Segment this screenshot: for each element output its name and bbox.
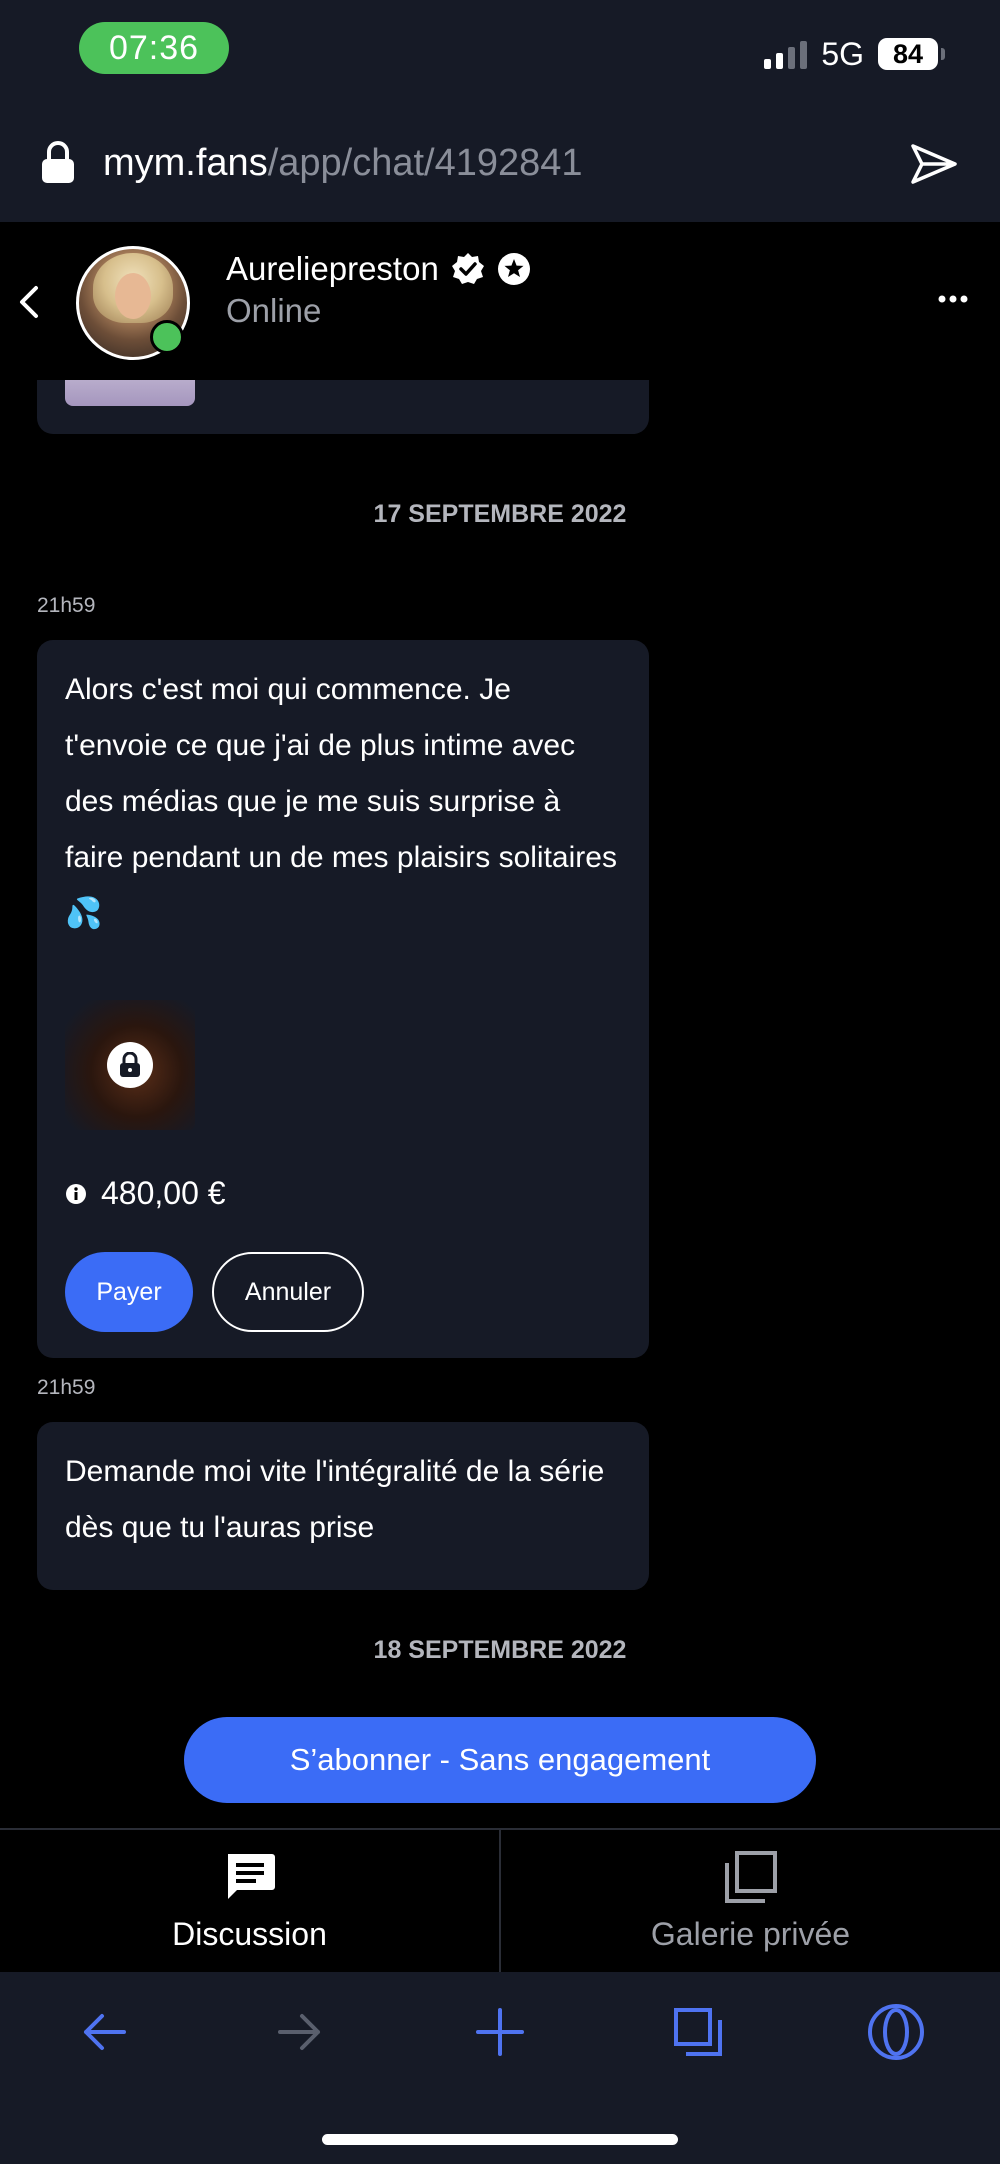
cancel-button[interactable]: Annuler [212,1252,364,1332]
online-status-dot [150,320,184,354]
battery-level: 84 [892,38,924,69]
media-thumbnail[interactable] [65,380,195,406]
contact-name-row: Aureliepreston [226,250,531,288]
price-row: 480,00 € [65,1175,226,1212]
tab-discussion[interactable]: Discussion [0,1830,499,1972]
locked-media[interactable] [65,1000,195,1130]
message-timestamp: 21h59 [37,594,96,617]
chat-header: Aureliepreston Online [0,222,1000,380]
more-options-icon[interactable] [938,294,968,304]
message-price: 480,00 € [101,1175,226,1211]
tab-label: Galerie privée [650,1916,851,1952]
padlock-icon [42,141,74,183]
info-icon [66,1183,86,1204]
browser-toolbar [0,1972,1000,2164]
message-timestamp: 21h59 [37,1376,96,1399]
presence-status: Online [226,292,322,329]
lock-icon [107,1042,153,1088]
url-host: mym.fans [103,142,268,184]
verified-badge-icon [451,253,484,284]
chat-messages[interactable]: 17 SEPTEMBRE 2022 21h59 Alors c'est moi … [0,380,1000,1830]
chat-bubble-icon [227,1854,275,1899]
arrow-right-icon [278,2014,320,2050]
new-tab-button[interactable] [470,2002,530,2062]
opera-logo-icon [868,2004,924,2060]
message-text: Demande moi vite l'intégralité de la sér… [65,1455,605,1544]
browser-back-button[interactable] [74,2002,134,2062]
message-text: Alors c'est moi qui commence. Je t'envoi… [65,673,617,930]
message-bubble-paid: Alors c'est moi qui commence. Je t'envoi… [37,640,649,1358]
plus-icon [476,2008,524,2056]
opera-menu-button[interactable] [866,2002,926,2062]
battery-icon: 84 [878,38,945,70]
home-indicator [322,2134,678,2145]
star-badge-icon [497,253,530,285]
tabs-button[interactable] [668,2002,728,2062]
status-time: 07:36 [79,22,229,74]
subscribe-button[interactable]: S’abonner - Sans engagement [184,1717,816,1803]
browser-forward-button[interactable] [270,2002,330,2062]
pay-button[interactable]: Payer [65,1252,193,1332]
share-send-icon[interactable] [910,142,958,186]
arrow-left-icon [84,2014,126,2050]
date-separator: 18 SEPTEMBRE 2022 [373,1636,627,1664]
contact-name[interactable]: Aureliepreston [226,250,439,288]
tabs-icon [674,2008,722,2056]
tab-private-gallery[interactable]: Galerie privée [499,1830,1000,1972]
tab-label: Discussion [172,1916,327,1952]
url-path: /app/chat/4192841 [267,142,583,184]
chevron-left-icon[interactable] [16,284,40,320]
signal-icon [764,39,808,69]
gallery-icon [724,1851,777,1903]
status-indicators: 5G 84 [764,34,945,74]
url-bar[interactable]: mym.fans/app/chat/4192841 [103,142,583,185]
previous-message-bubble [37,380,649,434]
browser-top-bar: 07:36 5G 84 mym.fans/app/chat/4192841 [0,0,1000,222]
bottom-tabs: Discussion Galerie privée [0,1828,1000,1972]
date-separator: 17 SEPTEMBRE 2022 [373,500,627,528]
message-bubble: Demande moi vite l'intégralité de la sér… [37,1422,649,1590]
network-type: 5G [821,35,864,72]
